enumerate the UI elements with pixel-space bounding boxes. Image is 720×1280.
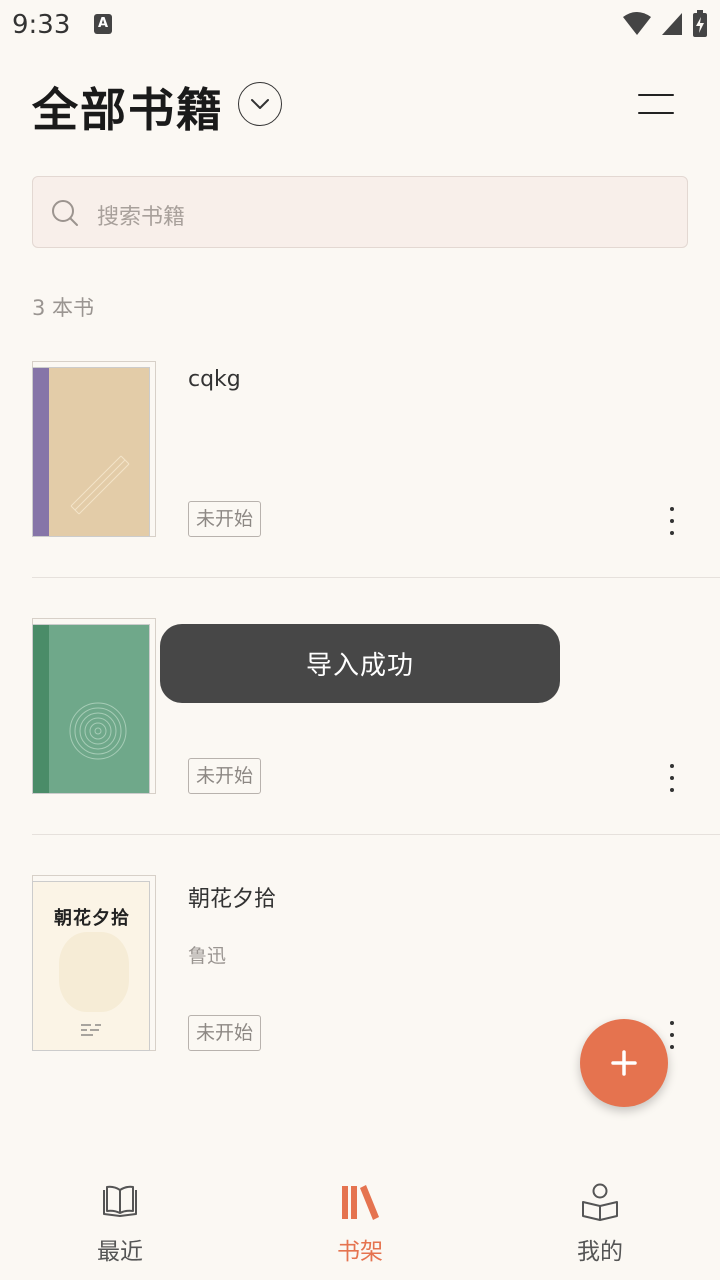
book-title: 朝花夕拾: [188, 887, 277, 912]
reading-status-badge: 未开始: [188, 1015, 262, 1051]
add-book-button[interactable]: [580, 1019, 668, 1107]
battery-icon: [693, 10, 707, 37]
toast-message: 导入成功: [160, 624, 560, 703]
status-time: 9:33: [12, 10, 71, 40]
more-options-button[interactable]: [660, 507, 684, 535]
notification-a-icon: A: [94, 14, 112, 34]
dot-icon: [670, 764, 674, 768]
cover-pattern-icon: [69, 702, 127, 760]
bookshelf-icon: [342, 1185, 379, 1220]
dot-icon: [670, 1045, 674, 1049]
cover-stamp-icon: [81, 1024, 101, 1036]
menu-line-icon: [638, 112, 674, 114]
nav-label: 最近: [97, 1239, 143, 1265]
reading-status-badge: 未开始: [188, 758, 262, 794]
dot-icon: [670, 1021, 674, 1025]
book-item[interactable]: cqkg 未开始: [32, 361, 720, 537]
more-options-button[interactable]: [660, 764, 684, 792]
nav-item-bookshelf[interactable]: 书架: [240, 1170, 480, 1280]
search-icon: [52, 200, 78, 226]
divider: [32, 834, 720, 835]
cover-pattern-icon: [70, 455, 130, 515]
book-cover[interactable]: 朝花夕拾: [32, 875, 156, 1051]
status-icons: [622, 10, 708, 38]
dot-icon: [670, 776, 674, 780]
signal-icon: [662, 13, 682, 35]
menu-line-icon: [638, 94, 674, 96]
plus-icon: [611, 1050, 637, 1076]
search-placeholder: 搜索书籍: [97, 205, 186, 230]
nav-item-recent[interactable]: 最近: [0, 1170, 240, 1280]
nav-label: 我的: [577, 1239, 623, 1265]
wifi-icon: [623, 12, 651, 35]
dot-icon: [670, 1033, 674, 1037]
nav-label: 书架: [337, 1239, 383, 1265]
dot-icon: [670, 531, 674, 535]
page-title: 全部书籍: [32, 83, 224, 137]
book-cover[interactable]: [32, 618, 156, 794]
divider: [32, 577, 720, 578]
status-bar: 9:33 A: [0, 0, 720, 50]
reading-status-badge: 未开始: [188, 501, 262, 537]
book-author: 鲁迅: [188, 945, 227, 967]
book-title: cqkg: [188, 367, 241, 392]
cover-title-text: 朝花夕拾: [54, 908, 130, 929]
bottom-nav: 最近 书架 我的: [0, 1170, 720, 1280]
search-input[interactable]: 搜索书籍: [32, 176, 688, 248]
profile-icon: [582, 1183, 618, 1221]
menu-button[interactable]: [638, 94, 674, 114]
book-cover[interactable]: [32, 361, 156, 537]
dot-icon: [670, 507, 674, 511]
dot-icon: [670, 788, 674, 792]
header: 全部书籍: [32, 70, 688, 140]
open-book-icon: [103, 1185, 137, 1217]
dot-icon: [670, 519, 674, 523]
book-count: 3 本书: [32, 296, 95, 320]
category-dropdown-button[interactable]: [238, 82, 282, 126]
nav-item-profile[interactable]: 我的: [480, 1170, 720, 1280]
chevron-down-icon: [251, 99, 269, 109]
cover-decoration: [59, 932, 129, 1012]
